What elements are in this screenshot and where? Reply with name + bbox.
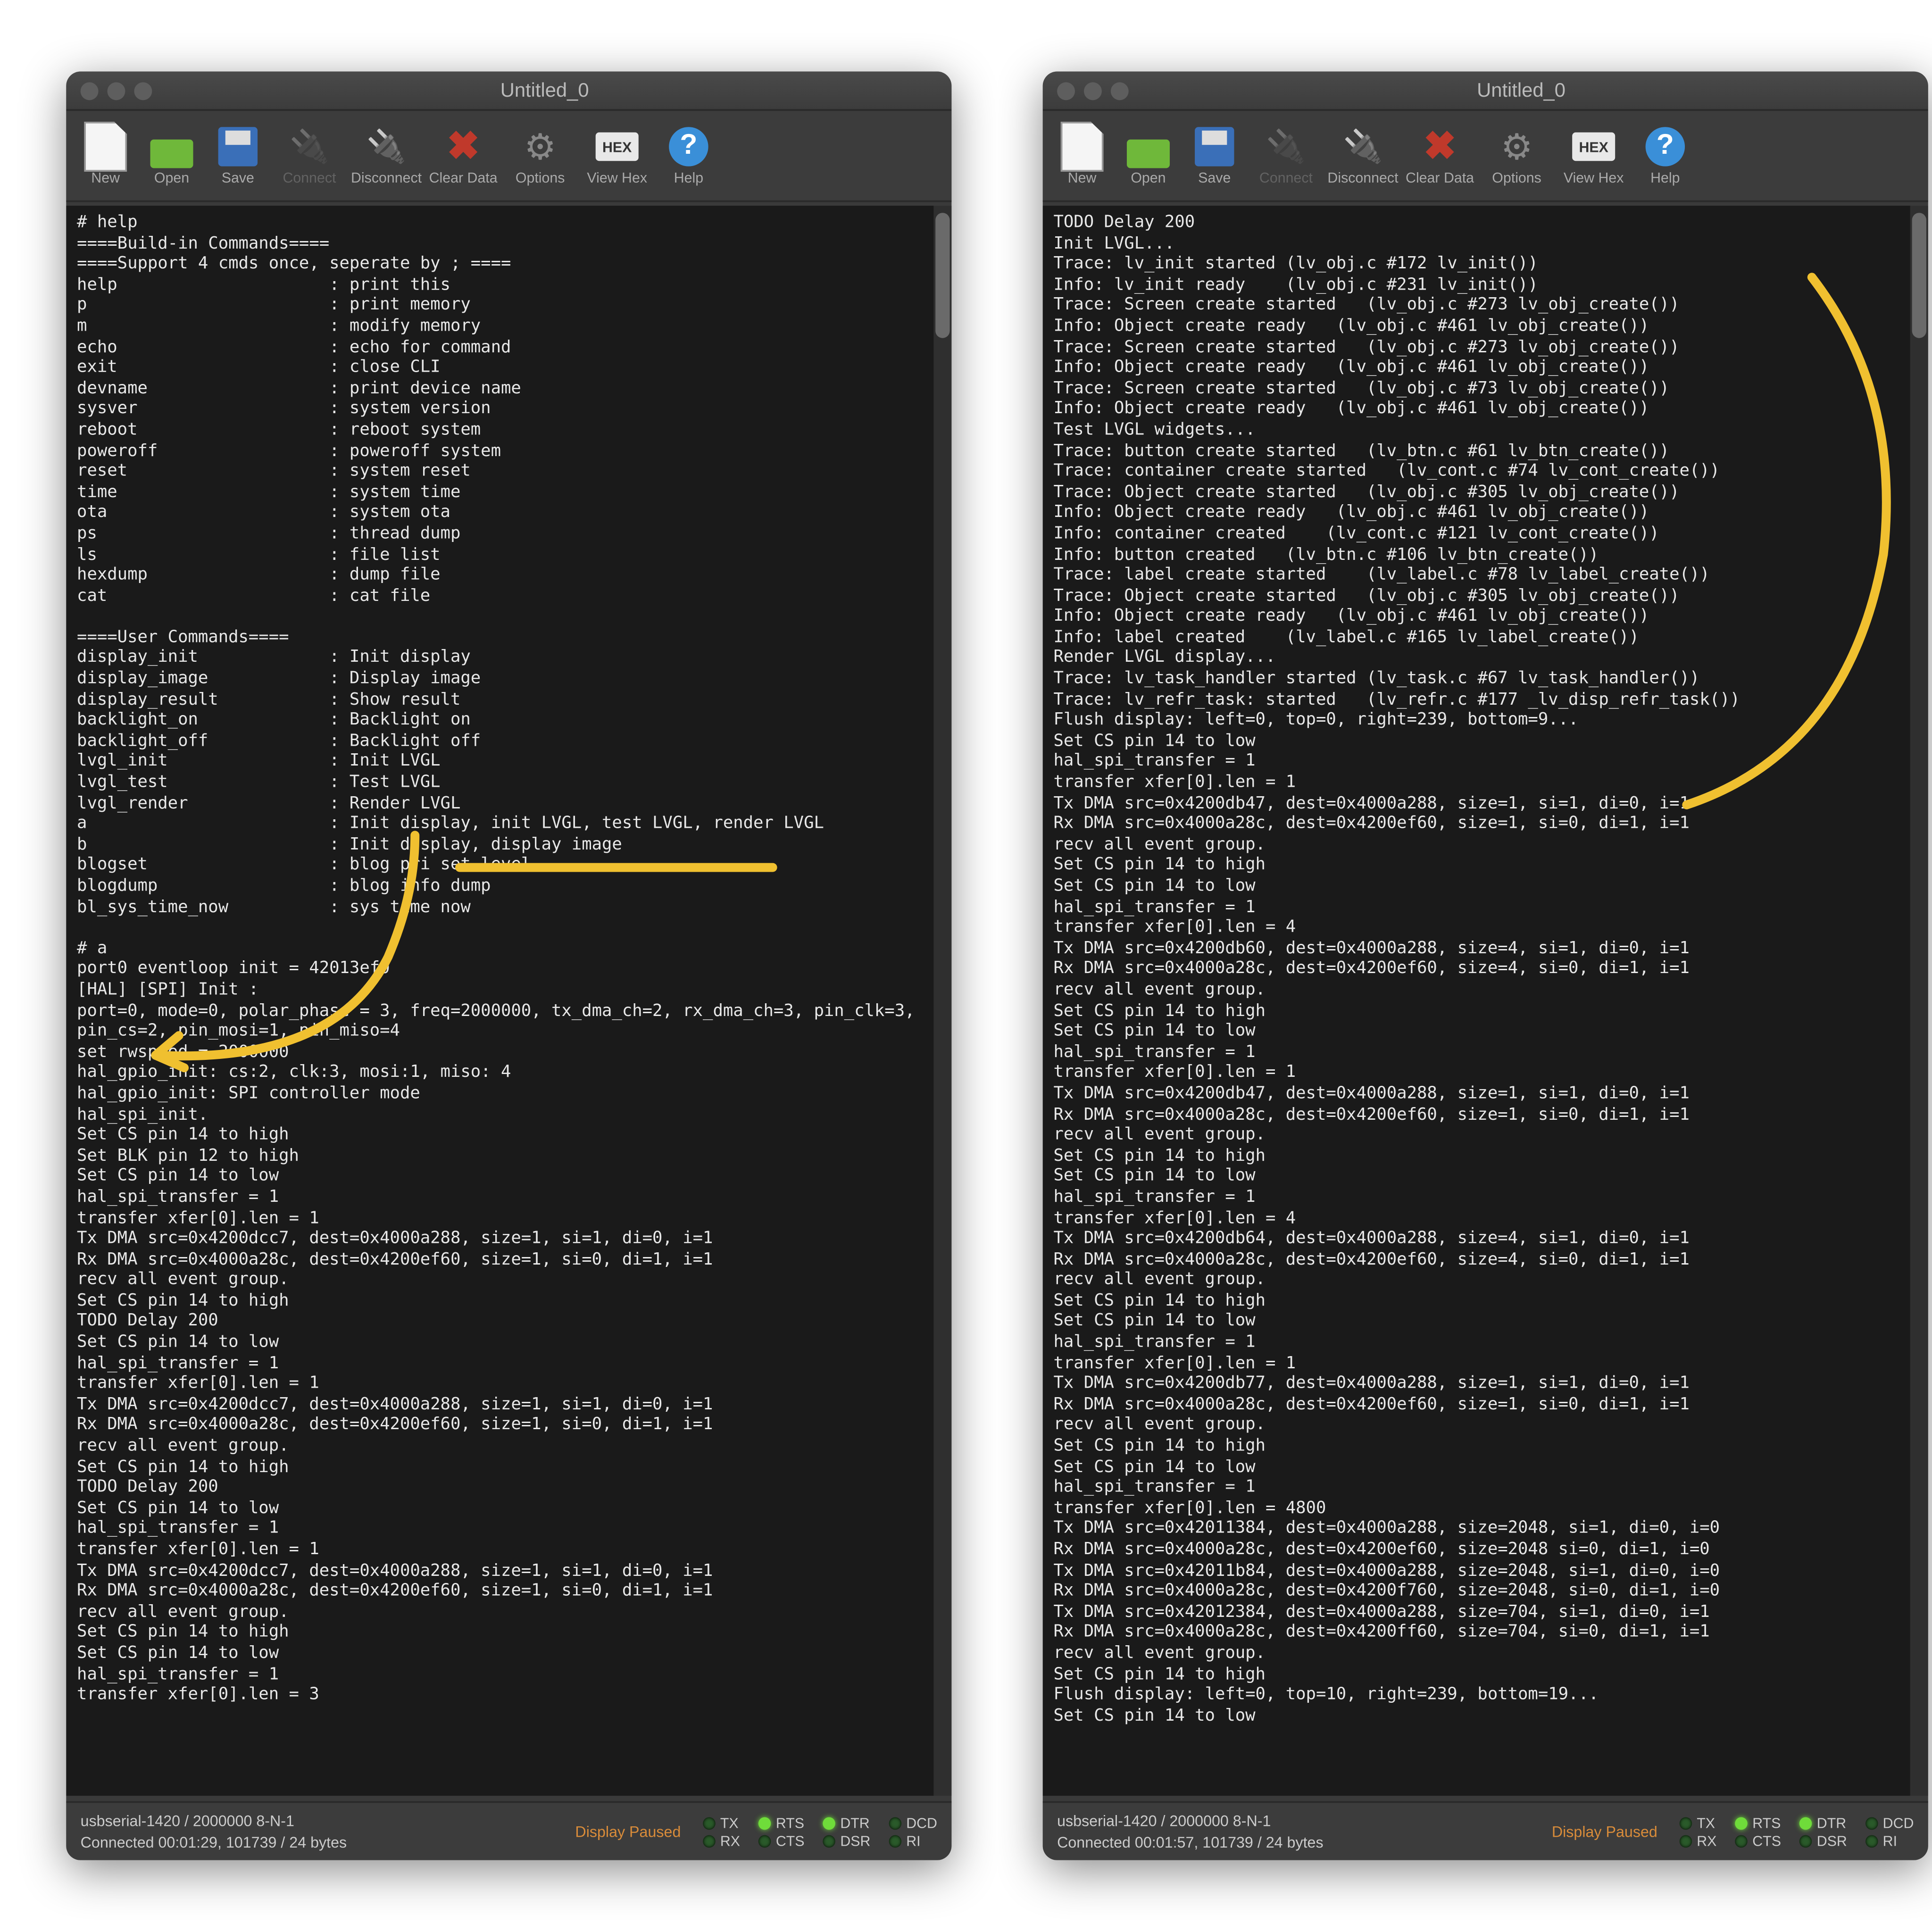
terminal-output[interactable]: # help ====Build-in Commands==== ====Sup… [66, 206, 933, 1796]
rts-led: RTS [758, 1815, 805, 1831]
connect-button: Connect [272, 113, 347, 199]
help-button[interactable]: Help [1633, 113, 1698, 199]
window-controls [81, 82, 152, 100]
ri-led: RI [1865, 1832, 1914, 1849]
toolbar: New Open Save Connect Disconnect Clear D… [1043, 111, 1928, 202]
status-bar: usbserial-1420 / 2000000 8-N-1 Connected… [66, 1801, 951, 1860]
display-paused-label: Display Paused [575, 1823, 681, 1840]
connection-info: Connected 00:01:29, 101739 / 24 bytes [81, 1832, 575, 1853]
scroll-thumb[interactable] [935, 213, 949, 338]
port-info: usbserial-1420 / 2000000 8-N-1 [81, 1810, 575, 1832]
window-controls [1057, 82, 1129, 100]
disconnect-button[interactable]: Disconnect [1325, 113, 1400, 199]
titlebar[interactable]: Untitled_0 [1043, 72, 1928, 111]
status-bar: usbserial-1420 / 2000000 8-N-1 Connected… [1043, 1801, 1928, 1860]
disconnect-button[interactable]: Disconnect [349, 113, 424, 199]
x-icon [447, 124, 480, 170]
disk-icon [1195, 127, 1234, 166]
toolbar: New Open Save Connect Disconnect Clear D… [66, 111, 951, 202]
signal-leds: TX RTS DTR DCD RX CTS DSR RI [702, 1815, 937, 1849]
view-hex-button[interactable]: HEXView Hex [580, 113, 655, 199]
hex-icon: HEX [596, 133, 639, 161]
serial-terminal-window-2: Untitled_0 New Open Save Connect Disconn… [1043, 72, 1928, 1860]
unplug-icon [1343, 128, 1383, 166]
new-button[interactable]: New [1050, 113, 1115, 199]
connection-info: Connected 00:01:57, 101739 / 24 bytes [1057, 1832, 1552, 1853]
question-icon [669, 127, 708, 166]
close-icon[interactable] [1057, 82, 1075, 100]
dcd-led: DCD [1865, 1815, 1914, 1831]
zoom-icon[interactable] [134, 82, 152, 100]
clear-data-button[interactable]: Clear Data [425, 113, 500, 199]
new-button[interactable]: New [73, 113, 138, 199]
x-icon [1424, 124, 1457, 170]
gear-icon [1501, 125, 1533, 169]
scrollbar[interactable] [933, 206, 951, 1796]
clear-data-button[interactable]: Clear Data [1402, 113, 1477, 199]
tx-led: TX [1679, 1815, 1716, 1831]
serial-terminal-window-1: Untitled_0 New Open Save Connect Disconn… [66, 72, 951, 1860]
options-button[interactable]: Options [1479, 113, 1554, 199]
hex-icon: HEX [1572, 133, 1615, 161]
dtr-led: DTR [822, 1815, 870, 1831]
connect-button: Connect [1249, 113, 1324, 199]
titlebar[interactable]: Untitled_0 [66, 72, 951, 111]
rts-led: RTS [1734, 1815, 1781, 1831]
minimize-icon[interactable] [108, 82, 125, 100]
dsr-led: DSR [822, 1832, 870, 1849]
ri-led: RI [888, 1832, 937, 1849]
status-text: usbserial-1420 / 2000000 8-N-1 Connected… [81, 1810, 575, 1853]
help-button[interactable]: Help [657, 113, 721, 199]
dsr-led: DSR [1799, 1832, 1847, 1849]
options-button[interactable]: Options [503, 113, 578, 199]
window-title: Untitled_0 [1129, 80, 1914, 101]
open-button[interactable]: Open [1116, 113, 1181, 199]
unplug-icon [366, 128, 407, 166]
status-text: usbserial-1420 / 2000000 8-N-1 Connected… [1057, 1810, 1552, 1853]
dcd-led: DCD [888, 1815, 937, 1831]
plug-icon [289, 128, 329, 166]
tx-led: TX [702, 1815, 740, 1831]
minimize-icon[interactable] [1084, 82, 1102, 100]
scrollbar[interactable] [1910, 206, 1928, 1796]
terminal-output[interactable]: TODO Delay 200 Init LVGL... Trace: lv_in… [1043, 206, 1910, 1796]
rx-led: RX [702, 1832, 740, 1849]
file-icon [84, 122, 127, 172]
cts-led: CTS [1734, 1832, 1781, 1849]
view-hex-button[interactable]: HEXView Hex [1556, 113, 1631, 199]
scroll-thumb[interactable] [1912, 213, 1926, 338]
save-button[interactable]: Save [206, 113, 270, 199]
cts-led: CTS [758, 1832, 805, 1849]
open-button[interactable]: Open [140, 113, 204, 199]
display-paused-label: Display Paused [1552, 1823, 1657, 1840]
folder-icon [1127, 133, 1170, 161]
gear-icon [524, 125, 556, 169]
dtr-led: DTR [1799, 1815, 1847, 1831]
signal-leds: TX RTS DTR DCD RX CTS DSR RI [1679, 1815, 1914, 1849]
plug-icon [1266, 128, 1306, 166]
close-icon[interactable] [81, 82, 99, 100]
port-info: usbserial-1420 / 2000000 8-N-1 [1057, 1810, 1552, 1832]
rx-led: RX [1679, 1832, 1716, 1849]
folder-icon [150, 133, 193, 161]
question-icon [1646, 127, 1685, 166]
zoom-icon[interactable] [1111, 82, 1129, 100]
disk-icon [218, 127, 258, 166]
window-title: Untitled_0 [152, 80, 937, 101]
save-button[interactable]: Save [1183, 113, 1247, 199]
file-icon [1061, 122, 1104, 172]
